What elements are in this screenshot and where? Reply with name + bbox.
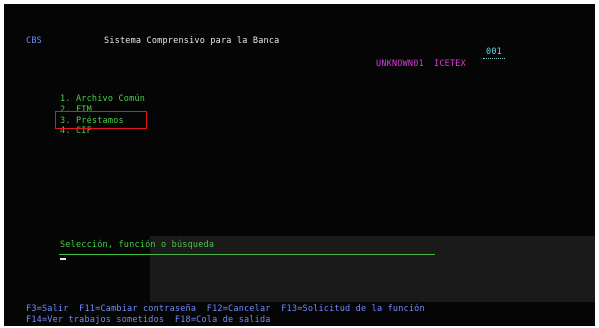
terminal-screen: CBS Sistema Comprensivo para la Banca 00… — [4, 4, 595, 326]
menu-option-archivo-comun[interactable]: 1. Archivo Común — [60, 94, 145, 104]
user-id: UNKNOWN01 — [376, 59, 424, 69]
session-number-underline — [483, 58, 505, 59]
terminal-id: ICETEX — [434, 59, 466, 69]
function-keys-line-1[interactable]: F3=Salir F11=Cambiar contraseña F12=Canc… — [26, 304, 425, 314]
selection-highlight-box — [55, 111, 147, 129]
system-id: CBS — [26, 36, 42, 46]
function-keys-line-2[interactable]: F14=Ver trabajos sometidos F18=Cola de s… — [26, 315, 271, 325]
screen-title: Sistema Comprensivo para la Banca — [104, 36, 280, 46]
session-number: 001 — [486, 47, 502, 57]
text-cursor — [60, 258, 66, 260]
screen-glare-overlay — [150, 236, 595, 302]
